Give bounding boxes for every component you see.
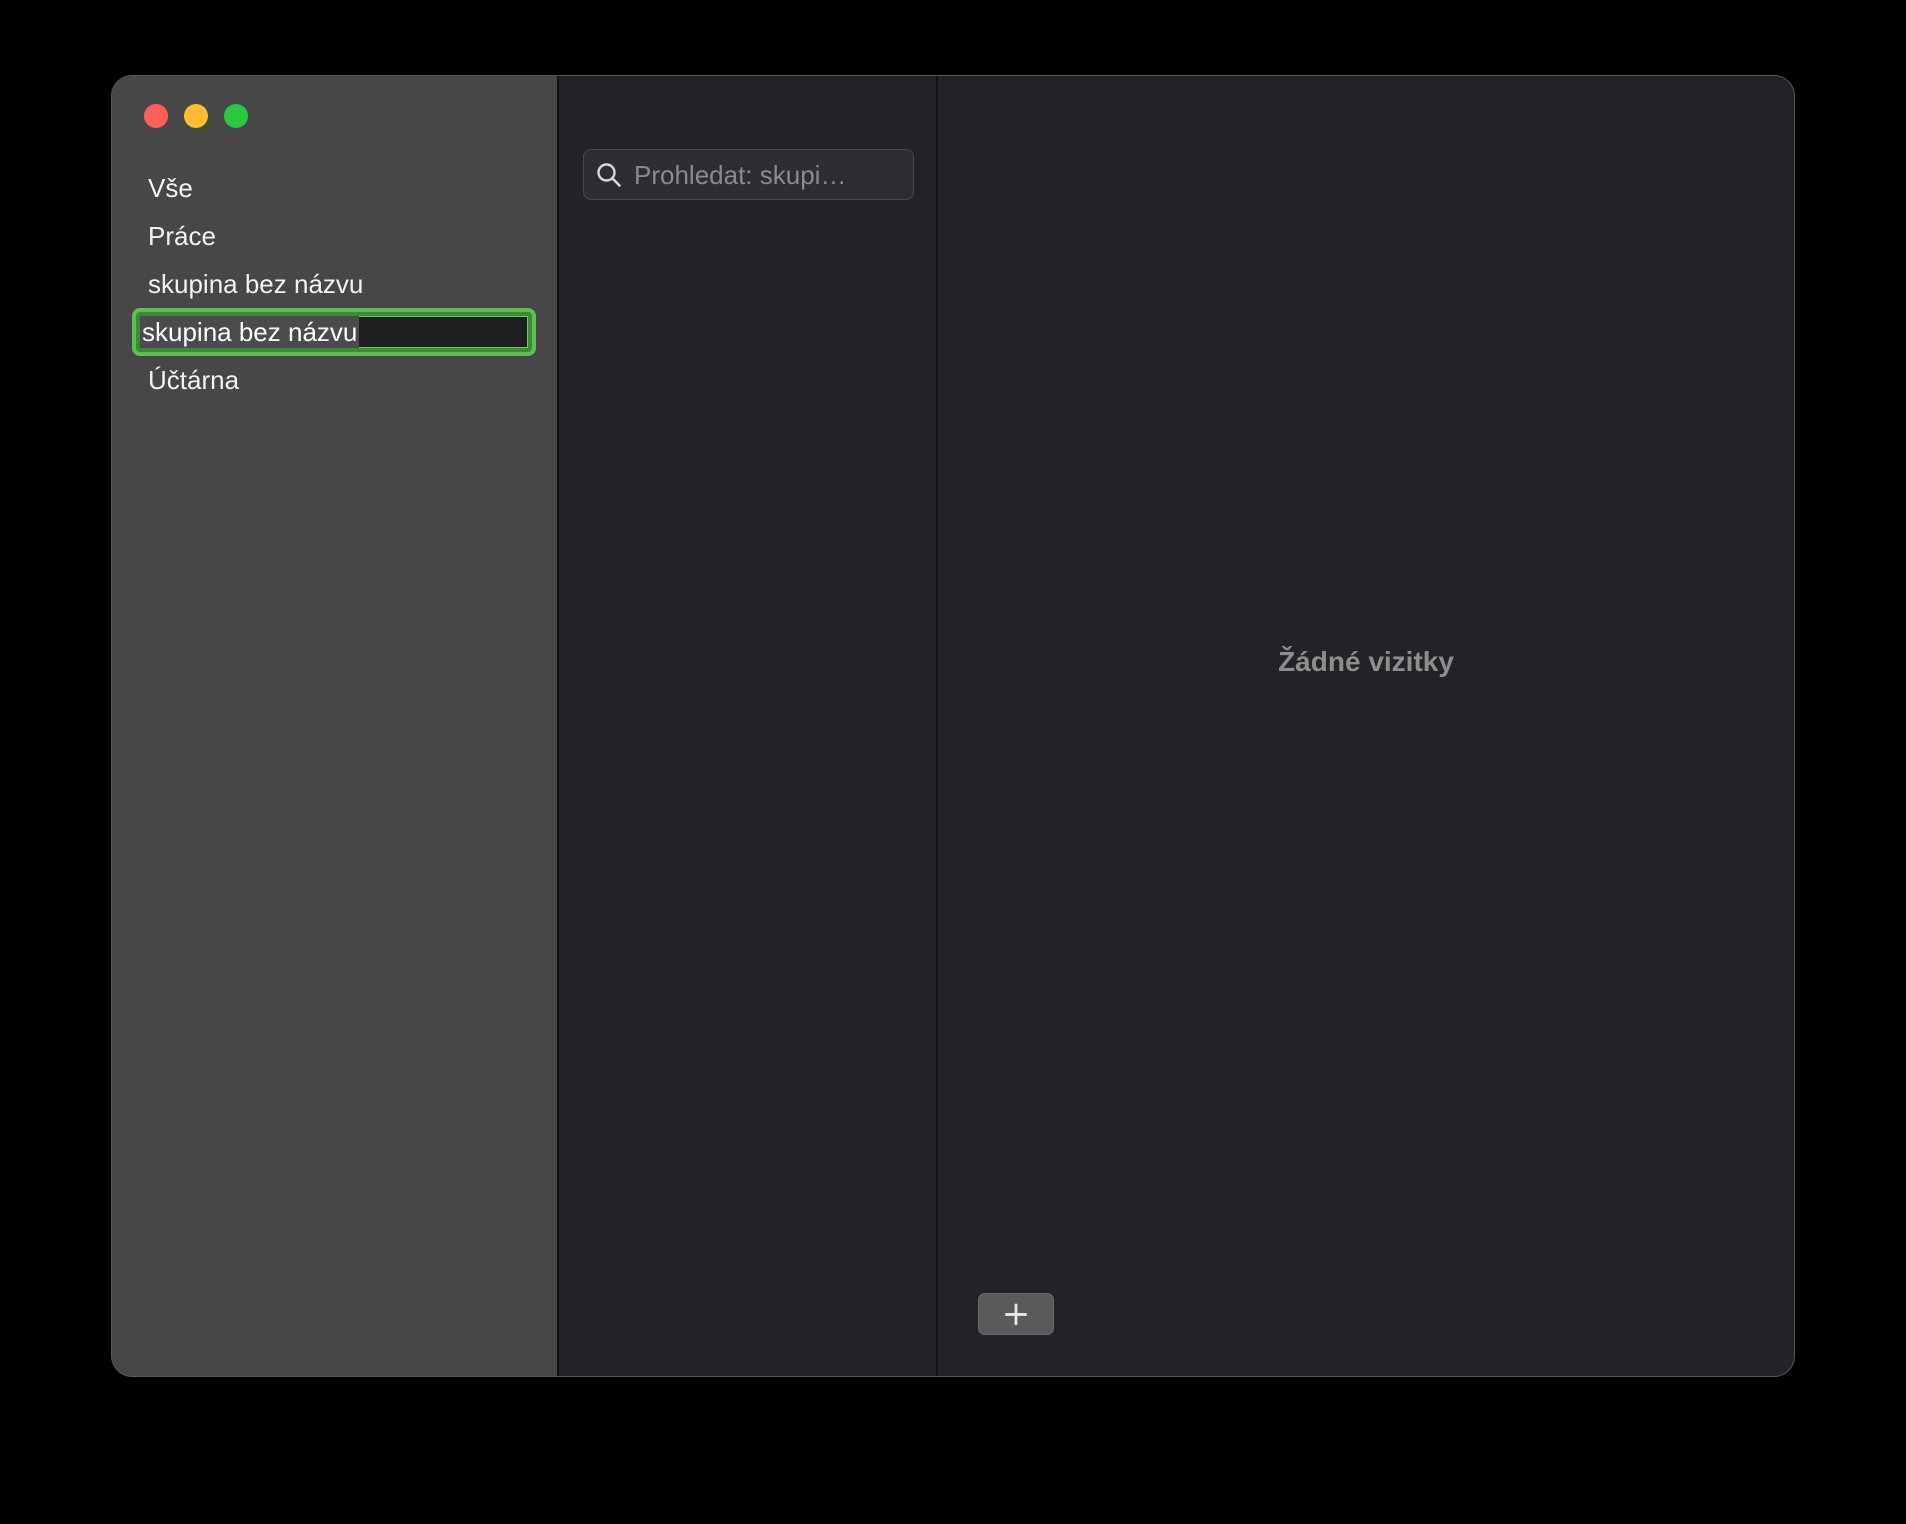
contact-list-pane: [559, 76, 938, 1376]
group-list: Vše Práce skupina bez názvu skupina bez …: [112, 164, 557, 404]
group-item-all[interactable]: Vše: [112, 164, 557, 212]
group-name-selected-text[interactable]: skupina bez názvu: [140, 316, 360, 348]
maximize-button[interactable]: [224, 104, 248, 128]
groups-sidebar: Vše Práce skupina bez názvu skupina bez …: [112, 76, 559, 1376]
group-item-work[interactable]: Práce: [112, 212, 557, 260]
empty-state-label: Žádné vizitky: [1278, 646, 1454, 677]
group-label: Vše: [148, 173, 193, 203]
add-contact-button[interactable]: +: [978, 1293, 1054, 1335]
close-button[interactable]: [144, 104, 168, 128]
group-item-untitled[interactable]: skupina bez názvu: [112, 260, 557, 308]
group-label: Práce: [148, 221, 216, 251]
search-field[interactable]: [583, 149, 914, 200]
search-icon: [597, 163, 621, 187]
group-label: skupina bez názvu: [148, 269, 364, 299]
search-input[interactable]: [634, 158, 904, 192]
contacts-window: Vše Práce skupina bez názvu skupina bez …: [112, 76, 1794, 1376]
group-label: Účtárna: [148, 365, 240, 395]
contact-detail-pane: Žádné vizitky +: [938, 76, 1794, 1376]
group-item-accounting[interactable]: Účtárna: [112, 356, 557, 404]
minimize-button[interactable]: [184, 104, 208, 128]
group-item-untitled-editing[interactable]: skupina bez názvu: [132, 308, 537, 356]
